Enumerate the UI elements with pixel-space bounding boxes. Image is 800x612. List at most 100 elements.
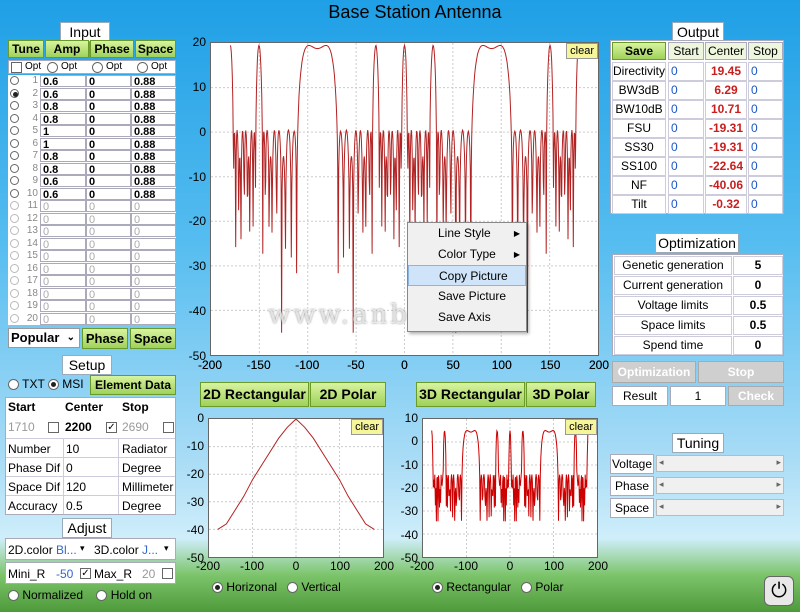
optimization-value[interactable]: 0.5 — [733, 316, 783, 335]
space-cell[interactable]: 0.88 — [131, 162, 176, 175]
row-select-radio[interactable] — [10, 213, 19, 223]
row-select-radio[interactable] — [10, 151, 19, 160]
row-select-radio[interactable] — [10, 88, 19, 98]
stop-checkbox[interactable] — [163, 422, 174, 433]
phase-cell[interactable]: 0 — [86, 275, 131, 287]
amp-cell[interactable]: 0 — [40, 212, 86, 225]
row-select-radio[interactable] — [10, 276, 19, 285]
arrow-left-icon[interactable]: ◂ — [659, 457, 664, 468]
color2d-select[interactable]: Bl... — [56, 543, 77, 557]
menu-item-save-picture[interactable]: Save Picture — [408, 286, 526, 307]
space-button[interactable]: Space — [130, 328, 176, 349]
row-select-radio[interactable] — [10, 201, 19, 210]
amp-cell[interactable]: 0.8 — [40, 112, 86, 125]
element-data-button[interactable]: Element Data — [90, 375, 176, 395]
phase-cell[interactable]: 0 — [86, 87, 131, 100]
row-select-radio[interactable] — [10, 138, 19, 148]
popular-dropdown[interactable]: Popular ⌄ — [8, 328, 80, 348]
row-select-radio[interactable] — [10, 238, 19, 248]
tune-button[interactable]: Tune — [8, 40, 44, 58]
phase-cell[interactable]: 0 — [86, 75, 131, 87]
space-cell[interactable]: 0.88 — [131, 175, 176, 187]
amp-cell[interactable]: 0.6 — [40, 87, 86, 100]
amp-cell[interactable]: 0.8 — [40, 162, 86, 175]
phase-cell[interactable]: 0 — [86, 137, 131, 150]
rect3d-button[interactable]: 3D Rectangular — [416, 382, 525, 407]
optimization-value[interactable]: 0 — [733, 276, 783, 295]
arrow-left-icon[interactable]: ◂ — [659, 501, 664, 512]
hold-on-radio[interactable] — [96, 590, 108, 602]
phase-cell[interactable]: 0 — [86, 225, 131, 237]
row-select-radio[interactable] — [10, 176, 19, 185]
phase-cell[interactable]: 0 — [86, 200, 131, 212]
space-cell[interactable]: 0.88 — [131, 137, 176, 150]
stop-value[interactable]: 2690 — [122, 420, 149, 434]
amp-cell[interactable]: 0 — [40, 287, 86, 300]
phase-header-button[interactable]: Phase — [90, 40, 134, 58]
stop-button[interactable]: Stop — [698, 361, 784, 383]
space-cell[interactable]: 0.88 — [131, 75, 176, 87]
msi-radio[interactable] — [47, 379, 59, 391]
amp-cell[interactable]: 0 — [40, 312, 86, 325]
amp-cell[interactable]: 0.6 — [40, 75, 86, 87]
check-button[interactable]: Check — [728, 386, 784, 406]
polar3d-button[interactable]: 3D Polar — [526, 382, 596, 407]
row-select-radio[interactable] — [10, 188, 19, 198]
plot-2d-clear-button[interactable]: clear — [351, 419, 383, 435]
space-cell[interactable]: 0 — [131, 287, 176, 300]
setup-row-value[interactable]: 10 — [63, 439, 119, 457]
amp-cell[interactable]: 0.6 — [40, 175, 86, 187]
amp-cell[interactable]: 0 — [40, 237, 86, 250]
rectangular-radio[interactable] — [432, 582, 443, 594]
arrow-left-icon[interactable]: ◂ — [659, 479, 664, 490]
optimization-button[interactable]: Optimization — [612, 361, 696, 383]
color3d-select[interactable]: J... — [142, 543, 158, 557]
tuning-slider[interactable]: ◂ ▸ — [656, 477, 784, 494]
opt-radio-phase[interactable] — [92, 62, 103, 73]
space-cell[interactable]: 0.88 — [131, 87, 176, 100]
space-cell[interactable]: 0.88 — [131, 187, 176, 200]
phase-cell[interactable]: 0 — [86, 237, 131, 250]
phase-cell[interactable]: 0 — [86, 175, 131, 187]
power-icon[interactable]: ⏻ — [764, 576, 794, 606]
plot-3d-clear-button[interactable]: clear — [565, 419, 597, 435]
row-select-radio[interactable] — [10, 263, 19, 273]
amp-cell[interactable]: 1 — [40, 125, 86, 137]
phase-cell[interactable]: 0 — [86, 187, 131, 200]
polar2d-button[interactable]: 2D Polar — [310, 382, 386, 407]
amp-cell[interactable]: 0 — [40, 262, 86, 275]
opt-checkbox-tune[interactable] — [11, 62, 22, 73]
space-cell[interactable]: 0 — [131, 300, 176, 312]
start-value[interactable]: 1710 — [8, 420, 35, 434]
phase-cell[interactable]: 0 — [86, 150, 131, 162]
arrow-right-icon[interactable]: ▸ — [776, 479, 781, 490]
arrow-right-icon[interactable]: ▸ — [776, 501, 781, 512]
row-select-radio[interactable] — [10, 301, 19, 310]
mini-checkbox[interactable]: ✓ — [80, 568, 91, 579]
row-select-radio[interactable] — [10, 288, 19, 298]
phase-cell[interactable]: 0 — [86, 287, 131, 300]
plot-2d[interactable]: clear — [208, 418, 384, 558]
space-cell[interactable]: 0 — [131, 237, 176, 250]
menu-item-save-axis[interactable]: Save Axis — [408, 307, 526, 328]
result-value[interactable]: 1 — [670, 386, 726, 406]
opt-radio-space[interactable] — [137, 62, 148, 73]
menu-item-color-type[interactable]: Color Type ▶ — [408, 244, 526, 265]
polar-radio[interactable] — [521, 582, 533, 594]
setup-row-value[interactable]: 0.5 — [63, 496, 119, 514]
phase-cell[interactable]: 0 — [86, 125, 131, 137]
amp-button[interactable]: Amp — [45, 40, 89, 58]
amp-cell[interactable]: 0 — [40, 275, 86, 287]
tuning-slider[interactable]: ◂ ▸ — [656, 499, 784, 516]
space-cell[interactable]: 0 — [131, 212, 176, 225]
vertical-radio[interactable] — [287, 582, 299, 594]
optimization-value[interactable]: 5 — [733, 256, 783, 275]
row-select-radio[interactable] — [10, 76, 19, 85]
center-checkbox[interactable]: ✓ — [106, 422, 117, 433]
amp-cell[interactable]: 0.8 — [40, 100, 86, 112]
max-checkbox[interactable] — [162, 568, 173, 579]
row-select-radio[interactable] — [10, 313, 19, 323]
space-cell[interactable]: 0 — [131, 312, 176, 325]
space-cell[interactable]: 0.88 — [131, 100, 176, 112]
space-cell[interactable]: 0.88 — [131, 112, 176, 125]
